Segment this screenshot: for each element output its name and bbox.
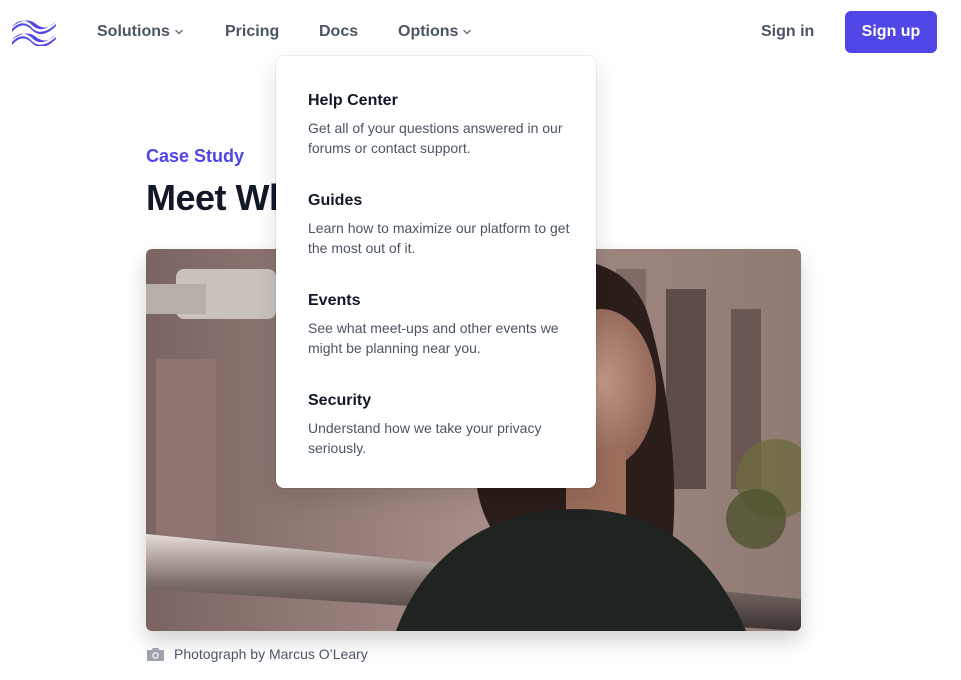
chevron-down-icon [463, 29, 472, 35]
sign-in-link[interactable]: Sign in [761, 22, 814, 42]
photo-caption: Photograph by Marcus O’Leary [146, 645, 368, 663]
nav-pricing-label: Pricing [225, 23, 280, 40]
chevron-down-icon [175, 29, 183, 35]
menu-item-security[interactable]: Security Understand how we take your pri… [308, 391, 572, 458]
nav-options-label: Options [398, 23, 459, 40]
menu-item-description: See what meet-ups and other events we mi… [308, 320, 559, 356]
camera-icon [147, 648, 164, 661]
nav-solutions[interactable]: Solutions [97, 22, 184, 42]
nav-options[interactable]: Options [398, 22, 472, 42]
sign-up-button[interactable]: Sign up [845, 11, 937, 53]
menu-item-events[interactable]: Events See what meet-ups and other event… [308, 291, 572, 358]
nav-docs-label: Docs [319, 23, 359, 40]
menu-item-description: Get all of your questions answered in ou… [308, 120, 563, 156]
page-title: Meet Wh [146, 177, 291, 218]
options-dropdown-menu: Help Center Get all of your questions an… [276, 56, 596, 488]
photo-caption-text: Photograph by Marcus O’Leary [174, 646, 368, 662]
menu-item-title: Security [308, 392, 372, 409]
brand-logo-icon[interactable] [12, 18, 56, 48]
menu-item-guides[interactable]: Guides Learn how to maximize our platfor… [308, 191, 572, 258]
nav-docs[interactable]: Docs [319, 22, 358, 42]
menu-item-description: Understand how we take your privacy seri… [308, 420, 542, 456]
nav-solutions-label: Solutions [97, 23, 170, 40]
menu-item-help-center[interactable]: Help Center Get all of your questions an… [308, 91, 572, 158]
case-study-eyebrow: Case Study [146, 146, 245, 166]
menu-item-title: Guides [308, 192, 363, 209]
site-header: Solutions Pricing Docs Options Sign in S… [0, 0, 961, 64]
menu-item-title: Events [308, 292, 361, 309]
nav-pricing[interactable]: Pricing [225, 22, 279, 42]
menu-item-description: Learn how to maximize our platform to ge… [308, 220, 570, 256]
menu-item-title: Help Center [308, 92, 398, 109]
